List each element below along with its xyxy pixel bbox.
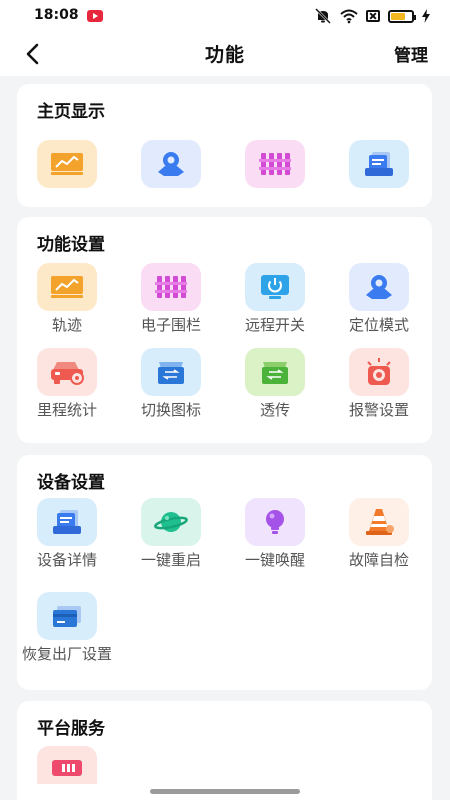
- device-item-wakeup[interactable]: 一键唤醒: [225, 498, 325, 570]
- fence-icon: [245, 140, 305, 188]
- location-icon: [141, 140, 201, 188]
- device-detail-icon: [37, 498, 97, 546]
- function-item-switch-icon[interactable]: 切换图标: [121, 348, 221, 420]
- function-label-track: 轨迹: [51, 316, 82, 334]
- battery-fill: [391, 12, 405, 20]
- function-label-remote-switch: 远程开关: [244, 316, 305, 334]
- function-label-fence: 电子围栏: [140, 316, 201, 334]
- function-item-location-mode[interactable]: 定位模式: [329, 263, 429, 335]
- video-app-icon: [87, 10, 103, 22]
- function-label-alarm: 报警设置: [348, 401, 409, 419]
- section-title-platform: 平台服务: [37, 719, 105, 739]
- track-icon: [37, 263, 97, 311]
- function-item-fence[interactable]: 电子围栏: [121, 263, 221, 335]
- no-sim-icon: [366, 10, 380, 22]
- home-display-card: 主页显示: [17, 84, 432, 207]
- home-item-track[interactable]: [17, 140, 117, 188]
- status-indicators: [314, 6, 430, 26]
- function-item-alarm[interactable]: 报警设置: [329, 348, 429, 420]
- mute-icon: [315, 8, 331, 24]
- device-label-restart: 一键重启: [140, 551, 201, 569]
- function-item-remote-switch[interactable]: 远程开关: [225, 263, 325, 335]
- planet-icon: [141, 498, 201, 546]
- car-icon: [37, 348, 97, 396]
- device-label-wakeup: 一键唤醒: [244, 551, 305, 569]
- function-item-track[interactable]: 轨迹: [17, 263, 117, 335]
- cone-icon: [349, 498, 409, 546]
- function-label-location-mode: 定位模式: [348, 316, 409, 334]
- device-settings-card: 设备设置 设备详情 一键重启 一键唤醒 故障自检 恢复出厂设置: [17, 455, 432, 690]
- section-title-device: 设备设置: [37, 473, 105, 493]
- device-label-detail: 设备详情: [36, 551, 97, 569]
- home-item-fence[interactable]: [225, 140, 325, 188]
- platform-service-card: 平台服务: [17, 701, 432, 800]
- status-time: 18:08: [34, 7, 79, 23]
- track-icon: [37, 140, 97, 188]
- switch-icon: [141, 348, 201, 396]
- header: 功能 管理: [0, 32, 450, 76]
- device-detail-icon: [349, 140, 409, 188]
- platform-item-sim[interactable]: [17, 746, 117, 784]
- device-label-self-check: 故障自检: [348, 551, 409, 569]
- charging-icon: [422, 9, 430, 23]
- section-title-home: 主页显示: [37, 102, 105, 122]
- device-item-self-check[interactable]: 故障自检: [329, 498, 429, 570]
- device-item-restart[interactable]: 一键重启: [121, 498, 221, 570]
- bulb-icon: [245, 498, 305, 546]
- wifi-icon: [340, 9, 358, 24]
- function-settings-card: 功能设置 轨迹 电子围栏 远程开关 定位模式 里程统计 切换图标 透传 报警设置: [17, 217, 432, 443]
- home-item-location[interactable]: [121, 140, 221, 188]
- home-indicator[interactable]: [150, 789, 300, 794]
- status-bar: 18:08: [0, 0, 450, 32]
- device-item-factory-reset[interactable]: 恢复出厂设置: [17, 592, 117, 664]
- function-label-transfer: 透传: [259, 401, 290, 419]
- power-icon: [245, 263, 305, 311]
- function-item-transfer[interactable]: 透传: [225, 348, 325, 420]
- function-label-switch-icon: 切换图标: [140, 401, 201, 419]
- fence-icon: [141, 263, 201, 311]
- battery-icon: [388, 9, 416, 23]
- function-item-mileage[interactable]: 里程统计: [17, 348, 117, 420]
- section-title-function: 功能设置: [37, 235, 105, 255]
- page-title: 功能: [204, 44, 245, 66]
- device-item-detail[interactable]: 设备详情: [17, 498, 117, 570]
- card-icon: [37, 592, 97, 640]
- function-label-mileage: 里程统计: [36, 401, 97, 419]
- home-item-device-detail[interactable]: [329, 140, 429, 188]
- device-label-factory-reset: 恢复出厂设置: [21, 645, 112, 663]
- location-icon: [349, 263, 409, 311]
- manage-button[interactable]: 管理: [394, 41, 428, 66]
- alarm-icon: [349, 348, 409, 396]
- transfer-icon: [245, 348, 305, 396]
- sim-card-icon: [37, 746, 97, 784]
